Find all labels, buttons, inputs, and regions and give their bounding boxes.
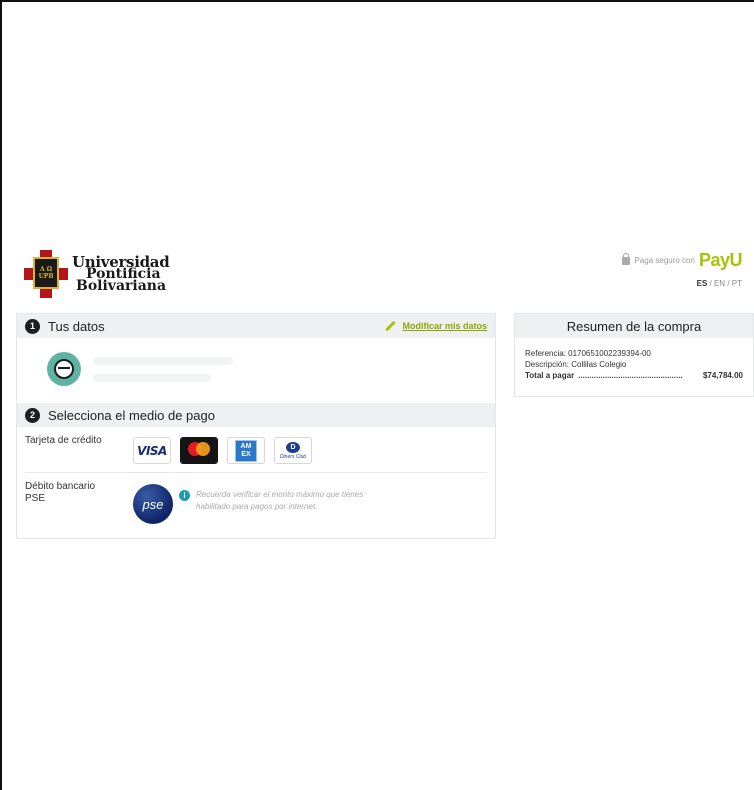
summary-body: Referencia: 0170651002239394-00 Descripc… [515,338,753,381]
pse-logo-icon: pse [142,496,164,512]
credit-card-label: Tarjeta de crédito [25,435,102,446]
user-face-icon [54,359,74,379]
total-value: $74,784.00 [702,371,743,380]
tus-datos-header: 1 Tus datos Modificar mis datos [17,314,495,338]
payu-logo: PayU [698,250,743,270]
info-icon: i [179,490,190,501]
visa-button[interactable]: VISA [133,437,171,464]
payment-method-header: 2 Selecciona el medio de pago [17,403,495,427]
tus-datos-title: Tus datos [48,318,105,334]
payment-method-title: Selecciona el medio de pago [48,407,215,423]
lang-en-link[interactable]: EN [714,279,725,288]
pse-label: Débito bancario PSE [25,473,125,524]
description-text: Descripción: Collilas Colegio [525,360,627,369]
visa-icon: VISA [137,443,167,458]
pse-row: Débito bancario PSE pse i Recuerda verif… [17,473,495,524]
lang-separator: / [707,279,714,288]
checkout-panel: 1 Tus datos Modificar mis datos 2 Selecc… [16,313,496,539]
user-name-redacted [93,357,233,365]
pse-button[interactable]: pse [133,484,173,524]
logo-line-3: Bolivariana [76,278,167,294]
user-email-redacted [93,374,211,382]
total-label: Total a pagar [525,371,575,380]
credit-card-options: VISA AM EX D Diners Club [125,427,312,464]
university-name: Universidad Pontificia Bolivariana [72,255,170,294]
modify-data-label: Modificar mis datos [402,321,487,331]
summary-title: Resumen de la compra [515,314,753,338]
university-crest-icon: A Ω UPB [24,250,68,298]
pse-info-text: Recuerda verificar el monto máximo que t… [196,490,364,511]
step-2-badge: 2 [25,407,40,423]
total-dots: ........................................… [578,371,683,380]
payu-badge: Paga seguro con PayU ES / EN / PT [622,250,743,288]
lang-separator: / [725,279,732,288]
secure-text: Paga seguro con [634,256,695,265]
pencil-icon [385,321,396,332]
credit-card-row: Tarjeta de crédito VISA AM EX D Diners C… [17,427,495,464]
language-switcher: ES / EN / PT [622,279,742,288]
diners-button[interactable]: D Diners Club [274,437,312,464]
modify-data-link[interactable]: Modificar mis datos [385,321,487,332]
mastercard-icon [181,438,217,463]
mastercard-button[interactable] [180,437,218,464]
avatar [47,352,81,386]
diners-club-icon: D Diners Club [279,441,307,460]
lock-icon [622,252,631,265]
step-1-badge: 1 [25,318,40,334]
reference-text: Referencia: 0170651002239394-00 [525,349,651,358]
user-info [17,338,495,403]
amex-icon: AM EX [235,439,257,462]
amex-button[interactable]: AM EX [227,437,265,464]
total-row: Total a pagar ..........................… [525,370,743,381]
lang-pt-link[interactable]: PT [732,279,742,288]
lang-es-link[interactable]: ES [697,279,708,288]
purchase-summary-panel: Resumen de la compra Referencia: 0170651… [514,313,754,397]
university-logo: A Ω UPB Universidad Pontificia Bolivaria… [24,250,170,298]
debit-label-line1: Débito bancario [25,481,96,492]
debit-label-line2: PSE [25,493,46,504]
pse-info-note: i Recuerda verificar el monto máximo que… [179,489,396,524]
